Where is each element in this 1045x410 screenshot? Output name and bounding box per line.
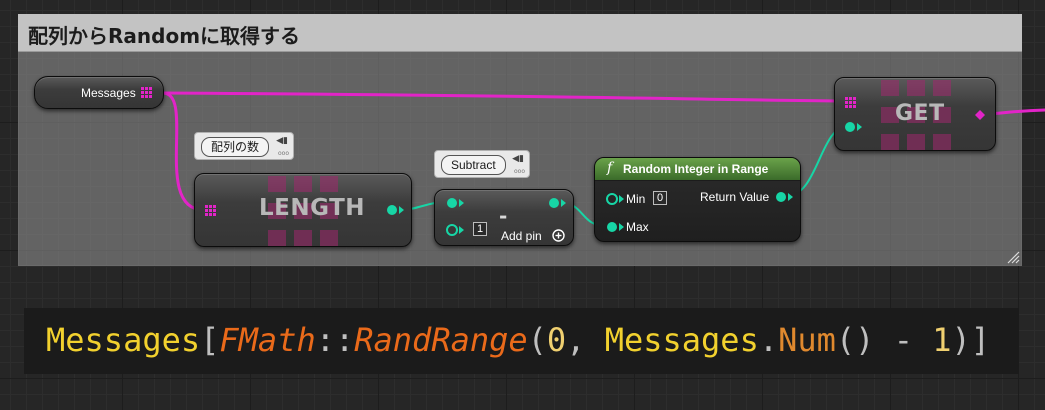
index-input-arrow-icon [857, 123, 862, 131]
get-label: GET [895, 101, 945, 126]
code-token: () - [835, 321, 933, 359]
code-token: . [758, 321, 779, 359]
min-pin-icon[interactable] [606, 193, 618, 205]
add-pin-label[interactable]: Add pin [501, 229, 542, 243]
length-output-arrow-icon [399, 206, 404, 214]
subtract-comment-bubble[interactable]: Subtract ◀▮ ooo [434, 150, 530, 178]
bubble-sub-icon: ooo [513, 168, 525, 175]
array-input-pin-icon[interactable] [205, 205, 216, 216]
subtract-input-b-field[interactable]: 1 [473, 222, 487, 236]
max-pin-icon[interactable] [607, 222, 617, 232]
subtract-bubble-text: Subtract [441, 155, 506, 175]
min-arrow-icon [619, 195, 624, 203]
code-token: RandRange [354, 321, 528, 359]
get-node[interactable]: GET [834, 77, 996, 151]
code-token: ( [527, 321, 547, 359]
subtract-input-a-pin-icon[interactable] [447, 198, 457, 208]
function-title: Random Integer in Range [623, 162, 769, 176]
subtract-node[interactable]: 1 - Add pin [434, 189, 574, 246]
pin-icon[interactable]: ◀▮ [276, 136, 288, 146]
max-arrow-icon [619, 223, 624, 231]
messages-variable-node[interactable]: Messages [34, 76, 164, 109]
function-icon: f [607, 160, 613, 176]
pin-icon[interactable]: ◀▮ [512, 154, 524, 164]
code-token: Num [778, 321, 836, 359]
function-header[interactable]: f Random Integer in Range [595, 158, 800, 181]
code-token: [ [200, 321, 220, 359]
length-comment-bubble[interactable]: 配列の数 ◀▮ ooo [194, 132, 294, 160]
code-line: Messages[FMath::RandRange(0, Messages.Nu… [46, 321, 990, 359]
min-label: Min [626, 192, 646, 206]
code-token: FMath [219, 321, 316, 359]
code-token: 1 [932, 321, 952, 359]
random-integer-in-range-node[interactable]: f Random Integer in Range Min 0 Max Retu… [594, 157, 801, 242]
wire-messages-to-get [162, 91, 844, 103]
bubble-sub-icon: ooo [277, 150, 289, 157]
max-label: Max [626, 220, 649, 234]
messages-label: Messages [81, 86, 136, 100]
length-output-pin-icon[interactable] [387, 205, 397, 215]
code-token: )] [951, 321, 991, 359]
return-value-pin-icon[interactable] [776, 192, 786, 202]
return-value-arrow-icon [788, 193, 793, 201]
subtract-input-a-arrow-icon [459, 199, 464, 207]
code-token: :: [315, 321, 355, 359]
length-label: LENGTH [259, 195, 366, 221]
subtract-input-b-pin-icon[interactable] [446, 224, 458, 236]
array-input-pin-icon[interactable] [845, 97, 856, 108]
code-token: 0 [546, 321, 567, 359]
subtract-output-arrow-icon [561, 199, 566, 207]
code-token: Messages [46, 321, 201, 359]
subtract-symbol: - [499, 204, 508, 228]
add-pin-icon[interactable] [552, 229, 565, 242]
min-value-field[interactable]: 0 [653, 191, 667, 205]
code-snippet-bar: Messages[FMath::RandRange(0, Messages.Nu… [24, 308, 1019, 374]
length-node[interactable]: LENGTH [194, 173, 412, 247]
array-output-pin-icon[interactable] [141, 87, 152, 98]
code-token: Messages [604, 321, 759, 359]
index-input-pin-icon[interactable] [845, 122, 855, 132]
return-value-label: Return Value [700, 190, 770, 204]
code-token: , [566, 321, 605, 359]
subtract-output-pin-icon[interactable] [549, 198, 559, 208]
get-output-pin-icon[interactable] [975, 110, 985, 120]
subtract-input-b-arrow-icon [459, 226, 464, 234]
length-bubble-text: 配列の数 [201, 137, 270, 157]
